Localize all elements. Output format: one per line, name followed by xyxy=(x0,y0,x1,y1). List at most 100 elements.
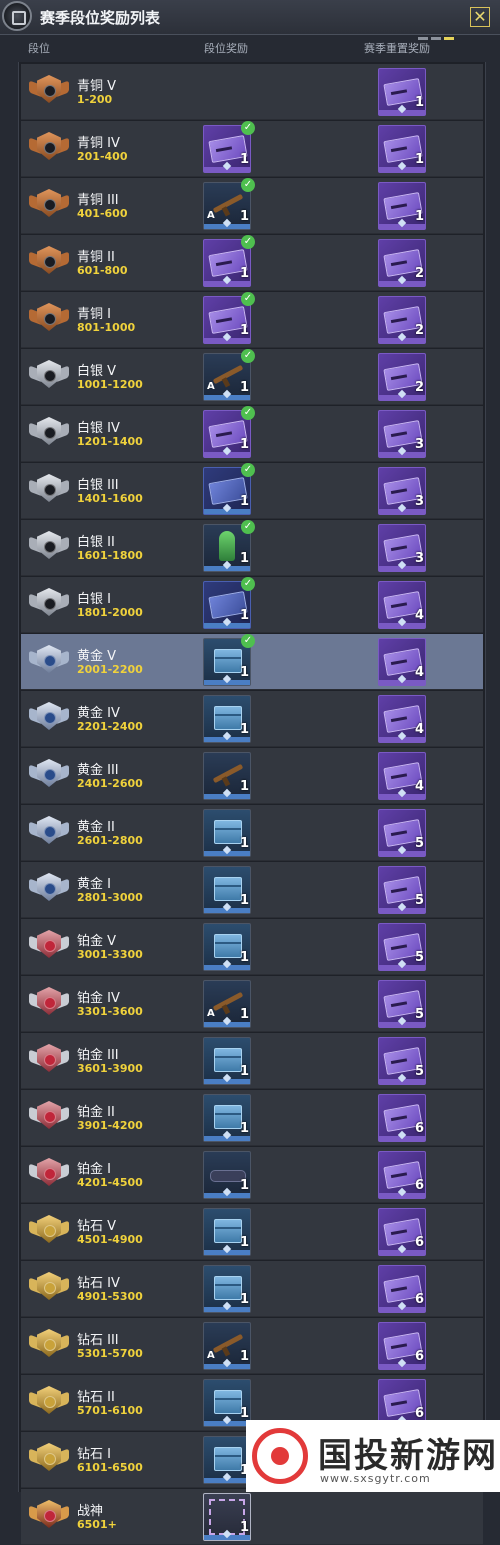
reset-reward-item[interactable]: 5 xyxy=(378,866,426,914)
rank-reward-item[interactable]: 1 xyxy=(203,1379,251,1427)
table-row[interactable]: 钻石 IV 4901-5300 1 6 xyxy=(21,1261,483,1317)
rank-name: 青铜 IV xyxy=(77,136,120,151)
reset-reward-item[interactable]: 4 xyxy=(378,581,426,629)
reward-count: 3 xyxy=(414,551,424,566)
page-title: 赛季段位奖励列表 xyxy=(40,9,161,27)
table-row[interactable]: 黄金 II 2601-2800 1 5 xyxy=(21,805,483,861)
rank-name: 钻石 II xyxy=(77,1390,115,1405)
header-season-reset-reward: 赛季重置奖励 xyxy=(364,42,430,55)
rank-name: 黄金 V xyxy=(77,649,117,664)
rank-name: 钻石 III xyxy=(77,1333,119,1348)
table-row[interactable]: 铂金 III 3601-3900 1 5 xyxy=(21,1033,483,1089)
rank-reward-item[interactable]: 1 xyxy=(203,752,251,800)
rank-reward-item[interactable]: 1 xyxy=(203,1037,251,1085)
rank-reward-item[interactable]: 1 xyxy=(203,1151,251,1199)
table-row[interactable]: 白银 II 1601-1800 1 ✓ 3 xyxy=(21,520,483,576)
rank-reward-item[interactable]: 1 ✓ xyxy=(203,292,255,344)
table-row[interactable]: 白银 IV 1201-1400 1 ✓ 3 xyxy=(21,406,483,462)
table-row[interactable]: 白银 III 1401-1600 1 ✓ 3 xyxy=(21,463,483,519)
reward-count: 1 xyxy=(239,665,249,680)
rank-reward-item[interactable]: 1 ✓ xyxy=(203,634,255,686)
rank-reward-item[interactable]: 1 xyxy=(203,1208,251,1256)
table-row[interactable]: 青铜 IV 201-400 1 ✓ 1 xyxy=(21,121,483,177)
rank-emblem-icon xyxy=(29,242,69,280)
reward-count: 1 xyxy=(239,152,249,167)
crate-icon xyxy=(214,649,242,673)
reset-reward-item[interactable]: 6 xyxy=(378,1208,426,1256)
reward-count: 1 xyxy=(239,437,249,452)
rank-reward-item[interactable]: 1 xyxy=(203,1493,251,1541)
rank-reward-item[interactable]: 1 ✓ xyxy=(203,577,255,629)
reset-reward-item[interactable]: 3 xyxy=(378,467,426,515)
reset-reward-item[interactable]: 3 xyxy=(378,410,426,458)
table-row[interactable]: 黄金 III 2401-2600 1 4 xyxy=(21,748,483,804)
rank-reward-item[interactable]: A1 xyxy=(203,980,251,1028)
reward-count: 5 xyxy=(414,836,424,851)
rank-name: 钻石 V xyxy=(77,1219,117,1234)
emblem-gem xyxy=(44,940,56,952)
table-row[interactable]: 铂金 V 3001-3300 1 5 xyxy=(21,919,483,975)
rank-reward-item[interactable]: 1 ✓ xyxy=(203,463,255,515)
reset-reward-item[interactable]: 2 xyxy=(378,239,426,287)
table-row[interactable]: 黄金 I 2801-3000 1 5 xyxy=(21,862,483,918)
reset-reward-item[interactable]: 6 xyxy=(378,1265,426,1313)
rank-reward-item[interactable]: 1 ✓ xyxy=(203,121,255,173)
emblem-gem xyxy=(44,427,56,439)
table-row[interactable]: 铂金 I 4201-4500 1 6 xyxy=(21,1147,483,1203)
reset-reward-item[interactable]: 1 xyxy=(378,182,426,230)
rank-name: 钻石 I xyxy=(77,1447,111,1462)
rank-reward-item[interactable]: A 1 ✓ xyxy=(203,178,255,230)
reset-reward-item[interactable]: 4 xyxy=(378,752,426,800)
page-indicator xyxy=(418,25,466,40)
table-row[interactable]: 白银 V 1001-1200 A 1 ✓ 2 xyxy=(21,349,483,405)
reset-reward-item[interactable]: 5 xyxy=(378,1037,426,1085)
table-row[interactable]: 青铜 II 601-800 1 ✓ 2 xyxy=(21,235,483,291)
rank-reward-item[interactable]: A1 xyxy=(203,1322,251,1370)
rank-name: 铂金 I xyxy=(77,1162,111,1177)
emblem-gem xyxy=(44,484,56,496)
reset-reward-item[interactable]: 4 xyxy=(378,695,426,743)
reset-reward-item[interactable]: 1 xyxy=(378,125,426,173)
rank-reward-item[interactable]: 1 xyxy=(203,695,251,743)
table-row[interactable]: 战神 6501+ 1 xyxy=(21,1489,483,1545)
rank-reward-item[interactable]: 1 ✓ xyxy=(203,235,255,287)
reset-reward-item[interactable]: 4 xyxy=(378,638,426,686)
table-row[interactable]: 铂金 IV 3301-3600 A 1 5 xyxy=(21,976,483,1032)
table-row[interactable]: 青铜 III 401-600 A 1 ✓ 1 xyxy=(21,178,483,234)
rank-reward-item[interactable]: A 1 ✓ xyxy=(203,349,255,401)
rank-list[interactable]: 青铜 V 1-200 1 青铜 IV 201-400 1 ✓ 1 青铜 III 401-600 A 1… xyxy=(18,62,486,1545)
rank-reward-item[interactable]: 1 xyxy=(203,1265,251,1313)
table-row[interactable]: 青铜 V 1-200 1 xyxy=(21,64,483,120)
table-row[interactable]: 黄金 V 2001-2200 1 ✓ 4 xyxy=(21,634,483,690)
reset-reward-item[interactable]: 6 xyxy=(378,1322,426,1370)
header-rank-reward: 段位奖励 xyxy=(204,42,248,55)
table-row[interactable]: 白银 I 1801-2000 1 ✓ 4 xyxy=(21,577,483,633)
reset-reward-item[interactable]: 2 xyxy=(378,296,426,344)
rank-reward-item[interactable]: 1 xyxy=(203,866,251,914)
close-button[interactable]: ✕ xyxy=(470,7,490,27)
rank-emblem-icon xyxy=(29,71,69,109)
reward-count: 1 xyxy=(414,209,424,224)
rank-reward-item[interactable]: 1 ✓ xyxy=(203,406,255,458)
reset-reward-item[interactable]: 6 xyxy=(378,1151,426,1199)
rank-reward-item[interactable]: 1 xyxy=(203,809,251,857)
rank-reward-item[interactable]: 1 xyxy=(203,923,251,971)
table-row[interactable]: 青铜 I 801-1000 1 ✓ 2 xyxy=(21,292,483,348)
table-row[interactable]: 钻石 V 4501-4900 1 6 xyxy=(21,1204,483,1260)
rank-reward-item[interactable]: 1 ✓ xyxy=(203,520,255,572)
rank-reward-item[interactable]: 1 xyxy=(203,1094,251,1142)
reset-reward-item[interactable]: 6 xyxy=(378,1094,426,1142)
rank-reward-item[interactable]: 1 xyxy=(203,1436,251,1484)
reward-count: 3 xyxy=(414,494,424,509)
reset-reward-item[interactable]: 5 xyxy=(378,809,426,857)
reset-reward-item[interactable]: 2 xyxy=(378,353,426,401)
reset-reward-item[interactable]: 5 xyxy=(378,923,426,971)
rank-score-range: 4901-5300 xyxy=(77,1290,143,1303)
reset-reward-item[interactable]: 5 xyxy=(378,980,426,1028)
reset-reward-item[interactable]: 1 xyxy=(378,68,426,116)
table-row[interactable]: 铂金 II 3901-4200 1 6 xyxy=(21,1090,483,1146)
table-row[interactable]: 钻石 III 5301-5700 A 1 6 xyxy=(21,1318,483,1374)
reset-reward-item[interactable]: 3 xyxy=(378,524,426,572)
table-row[interactable]: 黄金 IV 2201-2400 1 4 xyxy=(21,691,483,747)
rifle-icon xyxy=(212,193,244,214)
